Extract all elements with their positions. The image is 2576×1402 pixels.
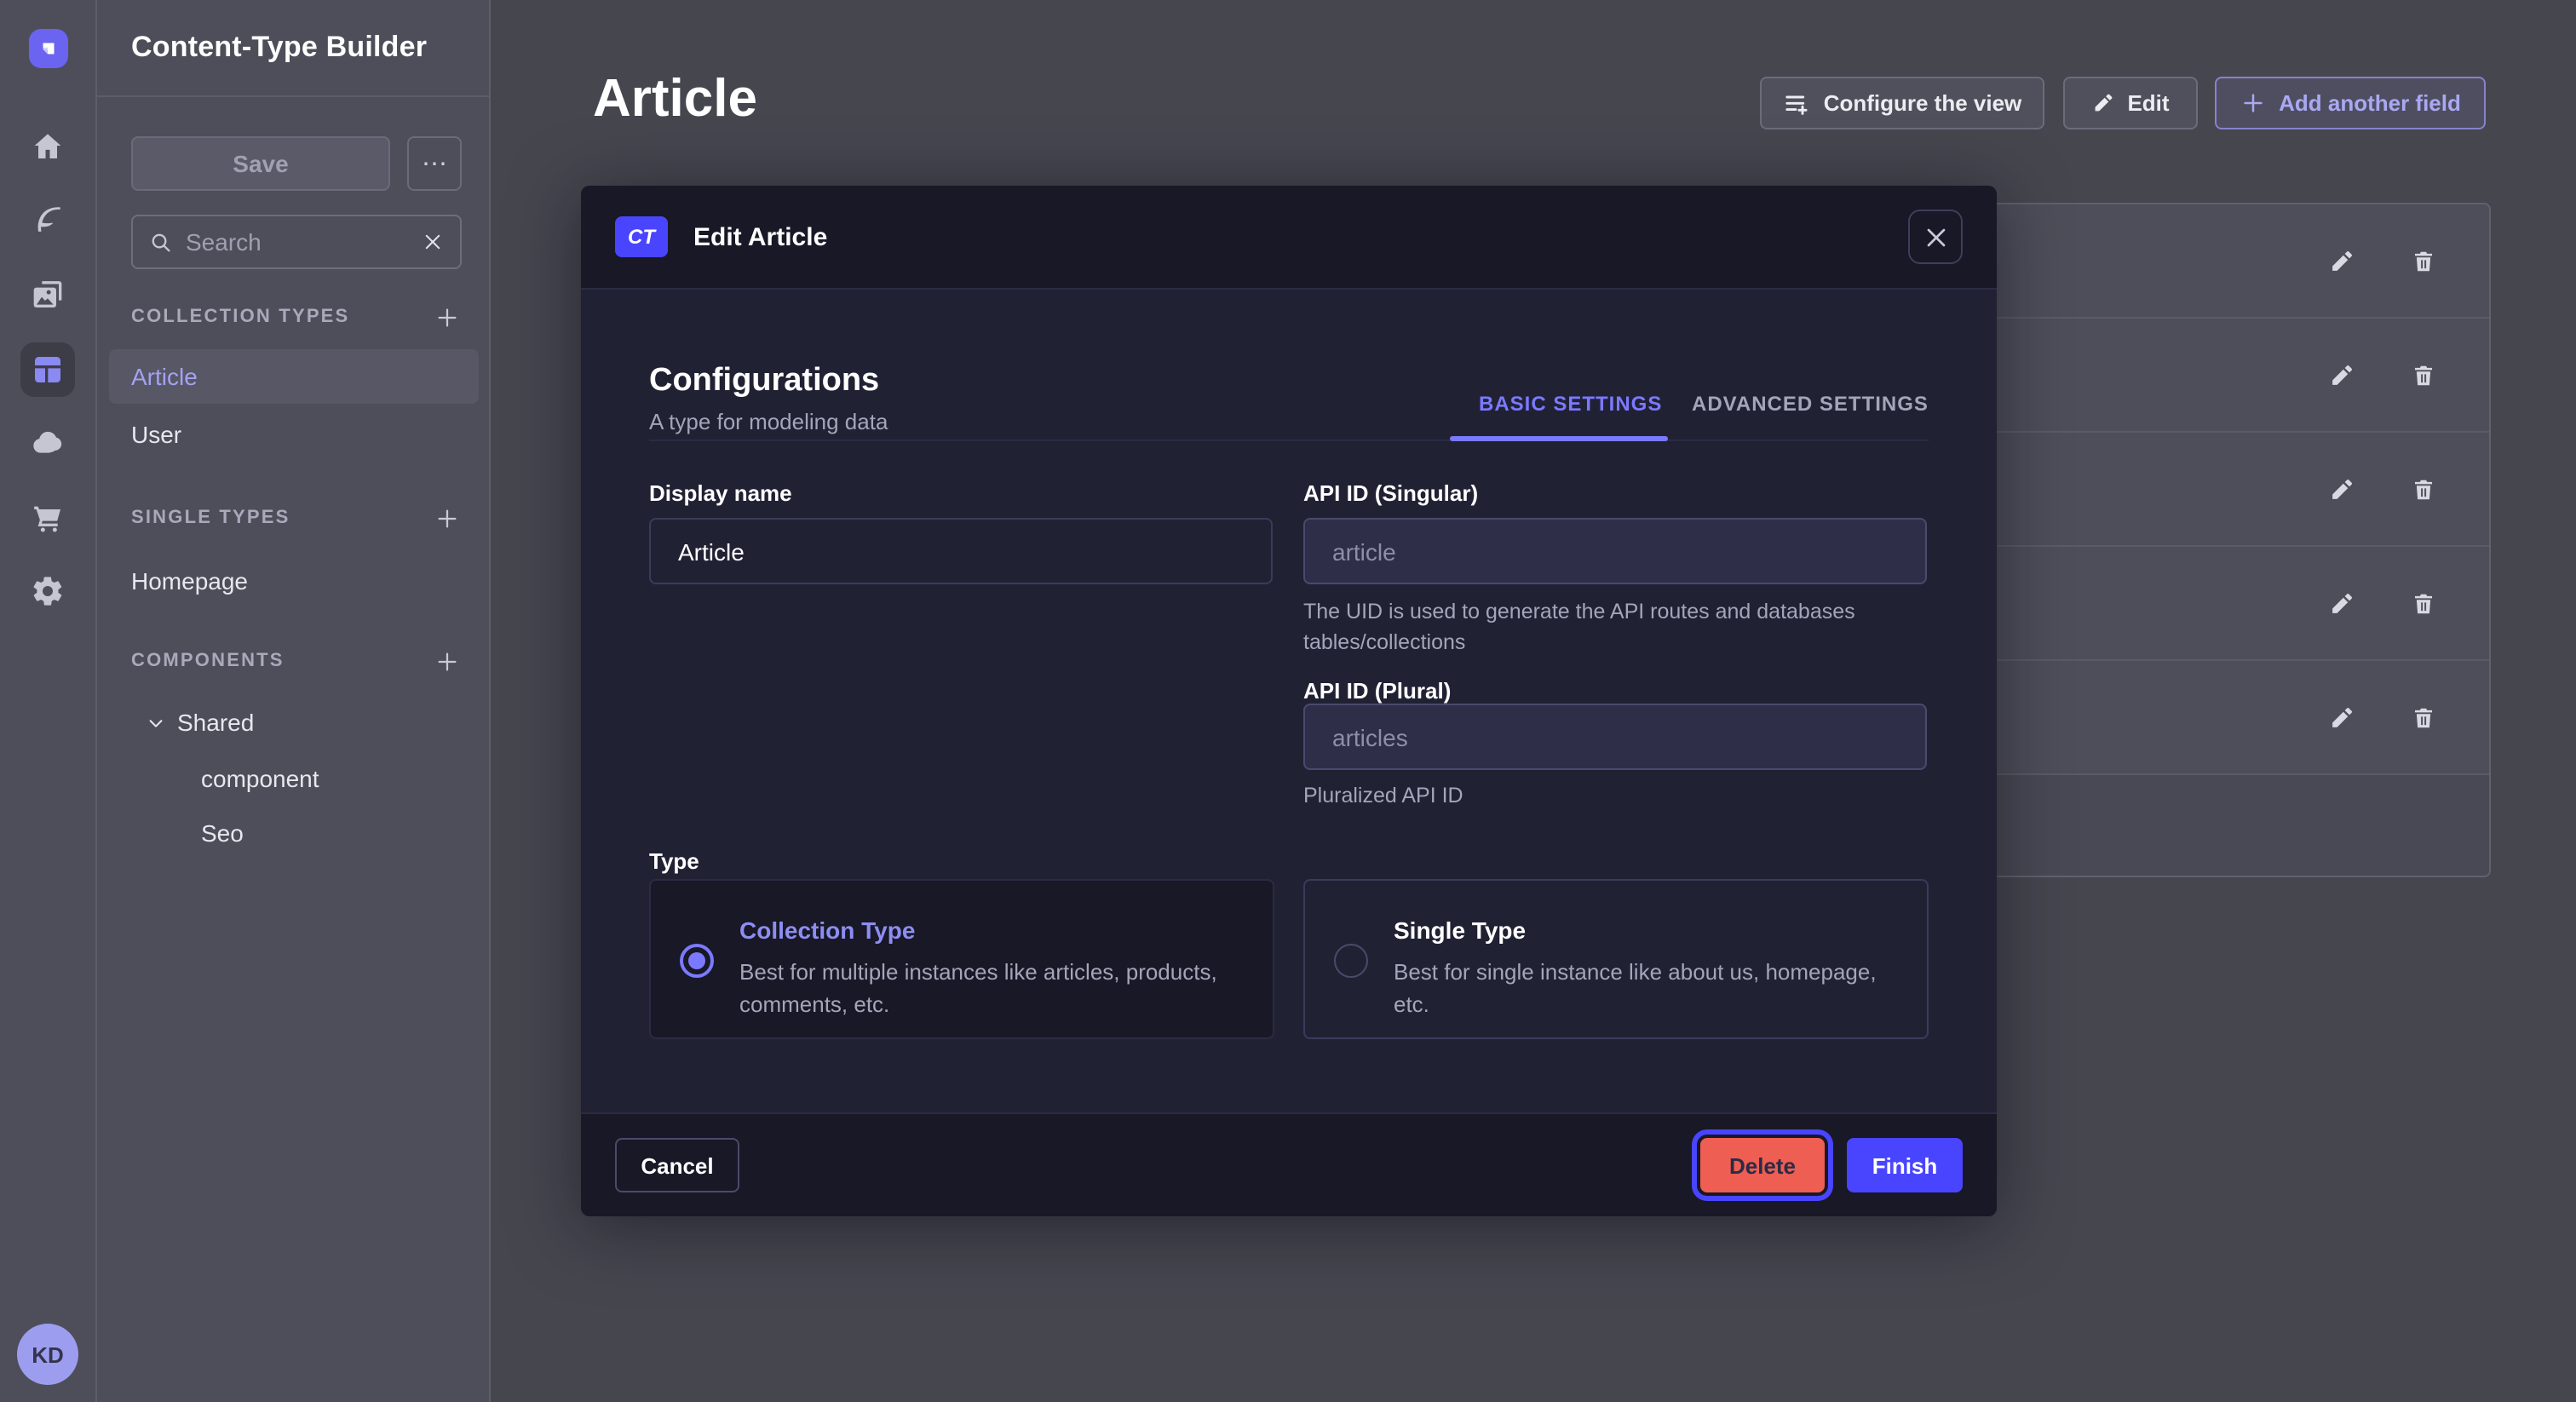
sidebar-item-article[interactable]: Article bbox=[109, 349, 479, 404]
modal-footer: Cancel Delete Finish bbox=[581, 1112, 1997, 1216]
search-input[interactable] bbox=[186, 228, 409, 256]
save-button[interactable]: Save bbox=[131, 136, 390, 191]
group-label: Shared bbox=[177, 709, 254, 736]
nav-rail: KD bbox=[0, 0, 97, 1402]
single-type-option[interactable]: Single Type Best for single instance lik… bbox=[1303, 879, 1929, 1039]
configure-view-button[interactable]: Configure the view bbox=[1760, 77, 2044, 129]
add-another-field-button[interactable]: Add another field bbox=[2215, 77, 2486, 129]
edit-article-modal: CT Edit Article Configurations A type fo… bbox=[581, 186, 1997, 1216]
edit-field-pencil-icon[interactable] bbox=[2319, 581, 2363, 625]
tab-basic-settings[interactable]: BASIC SETTINGS bbox=[1479, 392, 1662, 416]
section-label: COMPONENTS bbox=[131, 651, 285, 671]
nav-content-feather-icon[interactable] bbox=[20, 192, 75, 247]
add-collection-type-icon[interactable] bbox=[431, 302, 462, 332]
nav-media-library-icon[interactable] bbox=[20, 267, 75, 322]
api-id-plural-hint: Pluralized API ID bbox=[1303, 782, 1920, 812]
modal-header: CT Edit Article bbox=[581, 186, 1997, 290]
search-clear-icon[interactable] bbox=[423, 232, 443, 252]
delete-field-trash-icon[interactable] bbox=[2401, 238, 2445, 283]
section-label: SINGLE TYPES bbox=[131, 508, 290, 528]
option-description: Best for multiple instances like article… bbox=[739, 956, 1237, 1020]
close-icon bbox=[1923, 224, 1948, 250]
section-collection-types: COLLECTION TYPES bbox=[131, 303, 462, 330]
modal-title: Edit Article bbox=[693, 222, 827, 251]
edit-field-pencil-icon[interactable] bbox=[2319, 353, 2363, 397]
type-label: Type bbox=[649, 848, 699, 874]
option-description: Best for single instance like about us, … bbox=[1394, 956, 1891, 1020]
close-button[interactable] bbox=[1908, 210, 1963, 264]
active-tab-underline bbox=[1450, 436, 1668, 441]
api-id-singular-hint: The UID is used to generate the API rout… bbox=[1303, 598, 1920, 658]
page-title: Article bbox=[593, 68, 757, 129]
section-components: COMPONENTS bbox=[131, 647, 462, 675]
more-button[interactable]: ⋯ bbox=[407, 136, 462, 191]
nav-home-icon[interactable] bbox=[20, 119, 75, 174]
sidebar-group-shared[interactable]: Shared bbox=[147, 709, 254, 736]
user-avatar[interactable]: KD bbox=[17, 1324, 78, 1385]
cancel-button[interactable]: Cancel bbox=[615, 1138, 739, 1192]
pencil-icon bbox=[2091, 92, 2113, 114]
sidebar: Content-Type Builder Save ⋯ COLLECTION T… bbox=[97, 0, 491, 1402]
sidebar-item-user[interactable]: User bbox=[131, 421, 181, 448]
option-title: Collection Type bbox=[739, 916, 915, 944]
display-name-input[interactable] bbox=[649, 518, 1273, 584]
content-type-badge: CT bbox=[615, 216, 668, 257]
option-title: Single Type bbox=[1394, 916, 1526, 944]
api-id-singular-input[interactable] bbox=[1303, 518, 1927, 584]
delete-button[interactable]: Delete bbox=[1700, 1138, 1825, 1192]
api-id-singular-label: API ID (Singular) bbox=[1303, 480, 1478, 506]
strapi-logo-icon[interactable] bbox=[29, 29, 68, 68]
collection-type-option[interactable]: Collection Type Best for multiple instan… bbox=[649, 879, 1274, 1039]
search-box bbox=[131, 215, 462, 269]
add-single-type-icon[interactable] bbox=[431, 503, 462, 533]
delete-field-trash-icon[interactable] bbox=[2401, 695, 2445, 739]
sidebar-item-component[interactable]: component bbox=[201, 765, 319, 792]
edit-field-pencil-icon[interactable] bbox=[2319, 695, 2363, 739]
edit-button[interactable]: Edit bbox=[2063, 77, 2198, 129]
edit-field-pencil-icon[interactable] bbox=[2319, 467, 2363, 511]
app-root: KD Content-Type Builder Save ⋯ COLLECTIO… bbox=[0, 0, 2576, 1402]
delete-field-trash-icon[interactable] bbox=[2401, 467, 2445, 511]
delete-field-trash-icon[interactable] bbox=[2401, 581, 2445, 625]
sidebar-item-seo[interactable]: Seo bbox=[201, 819, 244, 847]
sidebar-title: Content-Type Builder bbox=[131, 31, 427, 65]
sidebar-header: Content-Type Builder bbox=[97, 0, 489, 97]
configurations-heading: Configurations bbox=[649, 363, 879, 400]
add-component-icon[interactable] bbox=[431, 646, 462, 676]
nav-content-type-builder-icon[interactable] bbox=[20, 342, 75, 397]
nav-cloud-icon[interactable] bbox=[20, 416, 75, 470]
configurations-subheading: A type for modeling data bbox=[649, 409, 888, 434]
tab-advanced-settings[interactable]: ADVANCED SETTINGS bbox=[1692, 392, 1929, 416]
finish-button[interactable]: Finish bbox=[1847, 1138, 1963, 1192]
plus-icon bbox=[2240, 90, 2265, 116]
nav-settings-gear-icon[interactable] bbox=[20, 564, 75, 618]
list-plus-icon bbox=[1783, 89, 1810, 117]
section-single-types: SINGLE TYPES bbox=[131, 504, 462, 531]
nav-marketplace-cart-icon[interactable] bbox=[20, 491, 75, 545]
radio-unselected-icon[interactable] bbox=[1334, 944, 1368, 978]
tabs-divider bbox=[649, 440, 1929, 441]
api-id-plural-label: API ID (Plural) bbox=[1303, 678, 1451, 704]
chevron-down-icon bbox=[147, 713, 165, 732]
search-icon bbox=[150, 231, 172, 253]
display-name-label: Display name bbox=[649, 480, 792, 506]
delete-field-trash-icon[interactable] bbox=[2401, 353, 2445, 397]
edit-field-pencil-icon[interactable] bbox=[2319, 238, 2363, 283]
radio-selected-icon[interactable] bbox=[680, 944, 714, 978]
section-label: COLLECTION TYPES bbox=[131, 307, 349, 327]
api-id-plural-input[interactable] bbox=[1303, 704, 1927, 770]
sidebar-item-homepage[interactable]: Homepage bbox=[131, 567, 248, 595]
